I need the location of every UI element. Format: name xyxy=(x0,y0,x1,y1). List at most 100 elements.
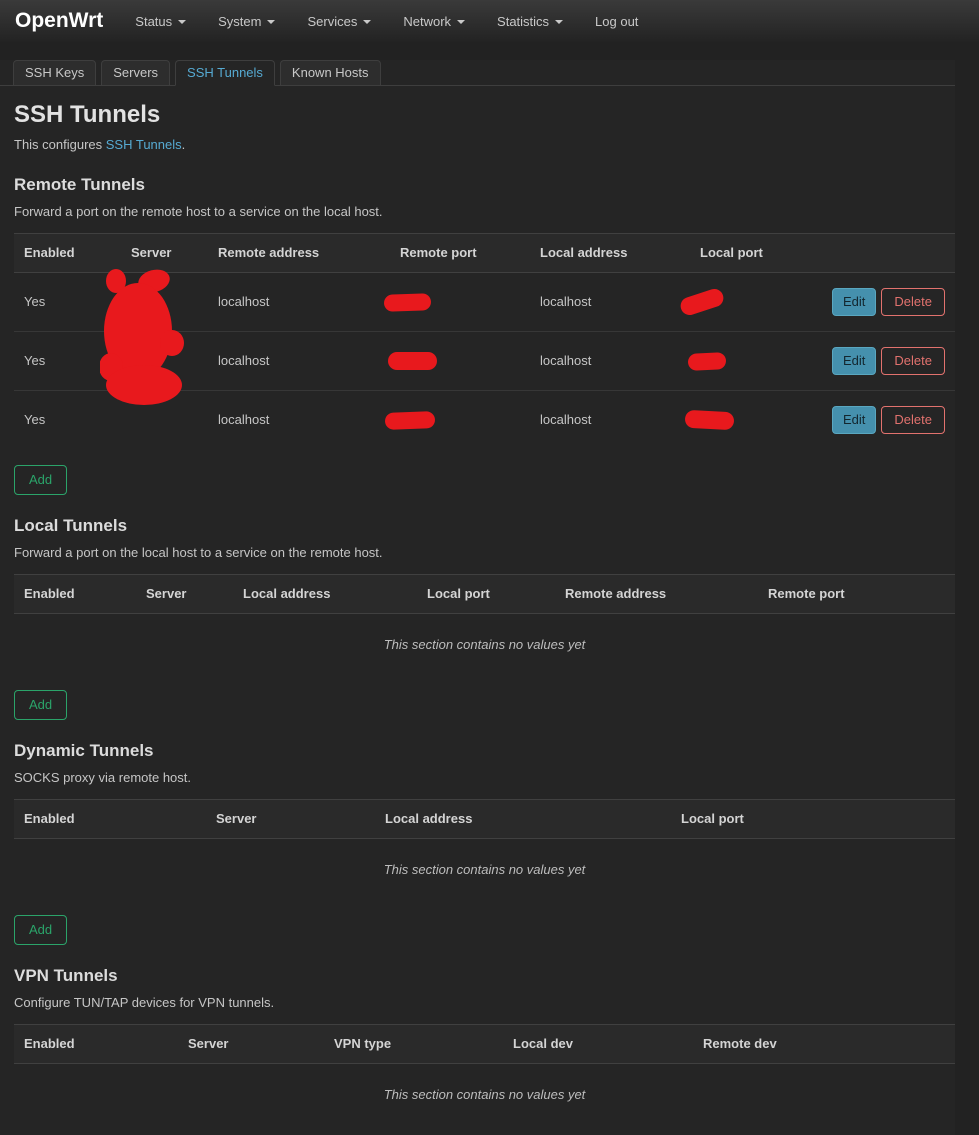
col-server: Server xyxy=(178,1024,324,1064)
page-intro: This configures SSH Tunnels. xyxy=(14,136,955,154)
add-remote-tunnel-button[interactable]: Add xyxy=(14,465,68,495)
cell-remote-address: localhost xyxy=(208,390,390,449)
menu-logout[interactable]: Log out xyxy=(595,14,638,29)
col-server: Server xyxy=(121,233,208,273)
delete-button[interactable]: Delete xyxy=(881,406,945,434)
col-vpn-type: VPN type xyxy=(324,1024,503,1064)
redaction-mark xyxy=(684,410,735,431)
cell-server-redacted xyxy=(121,390,208,449)
menu-network-label: Network xyxy=(403,13,452,29)
redaction-mark xyxy=(383,293,432,312)
navbar-menu: Status System Services Network Statistic… xyxy=(135,14,638,29)
local-tunnels-description: Forward a port on the local host to a se… xyxy=(14,545,383,560)
menu-status-label: Status xyxy=(135,13,173,29)
intro-prefix: This configures xyxy=(14,137,106,152)
empty-section-text: This section contains no values yet xyxy=(383,637,586,652)
col-local-port: Local port xyxy=(417,574,555,614)
col-remote-address: Remote address xyxy=(555,574,758,614)
edit-button[interactable]: Edit xyxy=(832,406,877,434)
menu-system[interactable]: System xyxy=(218,13,276,29)
remote-tunnels-table: Enabled Server Remote address Remote por… xyxy=(14,233,955,449)
col-server: Server xyxy=(206,799,375,839)
menu-statistics-label: Statistics xyxy=(497,13,550,29)
tab-servers[interactable]: Servers xyxy=(101,60,171,86)
cell-local-port xyxy=(687,331,816,391)
col-local-port: Local port xyxy=(671,799,955,839)
tab-known-hosts[interactable]: Known Hosts xyxy=(279,60,381,86)
col-local-port: Local port xyxy=(690,233,816,273)
cell-enabled: Yes xyxy=(14,331,121,391)
chevron-down-icon xyxy=(267,20,276,25)
vpn-tunnels-description: Configure TUN/TAP devices for VPN tunnel… xyxy=(14,995,275,1010)
dynamic-tunnels-description: SOCKS proxy via remote host. xyxy=(14,770,192,785)
col-enabled: Enabled xyxy=(14,1024,178,1064)
empty-row: This section contains no values yet xyxy=(14,839,955,900)
col-remote-address: Remote address xyxy=(208,233,390,273)
cell-local-address: localhost xyxy=(530,331,690,391)
table-header-row: Enabled Server Local address Local port xyxy=(14,799,955,839)
edit-button[interactable]: Edit xyxy=(832,288,877,316)
col-enabled: Enabled xyxy=(14,574,136,614)
menu-statistics[interactable]: Statistics xyxy=(497,13,564,29)
cell-remote-port xyxy=(384,390,530,449)
menu-services-label: Services xyxy=(307,13,358,29)
table-header-row: Enabled Server Local address Local port … xyxy=(14,574,955,614)
add-dynamic-tunnel-button[interactable]: Add xyxy=(14,915,68,945)
menu-system-label: System xyxy=(218,13,262,29)
col-enabled: Enabled xyxy=(14,233,121,273)
redaction-mark xyxy=(687,352,727,372)
chevron-down-icon xyxy=(457,20,466,25)
table-header-row: Enabled Server VPN type Local dev Remote… xyxy=(14,1024,955,1064)
delete-button[interactable]: Delete xyxy=(881,347,945,375)
local-tunnels-heading: Local Tunnels xyxy=(14,516,128,535)
cell-remote-port xyxy=(388,331,530,391)
col-local-address: Local address xyxy=(530,233,690,273)
cell-enabled: Yes xyxy=(14,390,121,449)
col-local-address: Local address xyxy=(233,574,417,614)
redaction-mark xyxy=(388,352,437,371)
cell-remote-port xyxy=(383,273,530,332)
page-content: SSH Keys Servers SSH Tunnels Known Hosts… xyxy=(0,60,955,1135)
table-header-row: Enabled Server Remote address Remote por… xyxy=(14,233,955,273)
col-local-dev: Local dev xyxy=(503,1024,693,1064)
empty-section-text: This section contains no values yet xyxy=(383,862,586,877)
menu-services[interactable]: Services xyxy=(307,13,372,29)
chevron-down-icon xyxy=(178,20,187,25)
dynamic-tunnels-table: Enabled Server Local address Local port … xyxy=(14,799,955,899)
empty-section-text: This section contains no values yet xyxy=(383,1087,586,1102)
table-row: Yes localhost localhost Edit Delete xyxy=(14,273,955,332)
menu-network[interactable]: Network xyxy=(403,13,466,29)
menu-status[interactable]: Status xyxy=(135,13,187,29)
ssh-tunnels-link[interactable]: SSH Tunnels xyxy=(106,137,182,152)
intro-suffix: . xyxy=(181,137,186,152)
col-actions xyxy=(816,233,955,273)
brand-logo[interactable]: OpenWrt xyxy=(15,9,103,33)
local-tunnels-table: Enabled Server Local address Local port … xyxy=(14,574,955,674)
tab-ssh-keys[interactable]: SSH Keys xyxy=(13,60,97,86)
col-enabled: Enabled xyxy=(14,799,206,839)
col-remote-dev: Remote dev xyxy=(693,1024,955,1064)
cell-server-redacted xyxy=(121,273,208,332)
edit-button[interactable]: Edit xyxy=(832,347,877,375)
chevron-down-icon xyxy=(555,20,564,25)
cell-local-port xyxy=(684,390,816,449)
menu-logout-label: Log out xyxy=(595,13,639,29)
cell-local-address: localhost xyxy=(530,390,690,449)
remote-tunnels-heading: Remote Tunnels xyxy=(14,175,145,194)
vpn-tunnels-heading: VPN Tunnels xyxy=(14,966,118,985)
empty-row: This section contains no values yet xyxy=(14,1064,955,1125)
cell-server-redacted xyxy=(121,331,208,391)
dynamic-tunnels-heading: Dynamic Tunnels xyxy=(14,741,154,760)
col-server: Server xyxy=(136,574,233,614)
page-title: SSH Tunnels xyxy=(14,101,161,128)
tab-bar: SSH Keys Servers SSH Tunnels Known Hosts xyxy=(0,60,955,86)
cell-local-port xyxy=(678,273,816,332)
top-navbar: OpenWrt Status System Services Network S… xyxy=(0,0,979,42)
add-local-tunnel-button[interactable]: Add xyxy=(14,690,68,720)
tab-ssh-tunnels[interactable]: SSH Tunnels xyxy=(175,60,275,86)
col-remote-port: Remote port xyxy=(390,233,530,273)
col-remote-port: Remote port xyxy=(758,574,955,614)
delete-button[interactable]: Delete xyxy=(881,288,945,316)
remote-tunnels-description: Forward a port on the remote host to a s… xyxy=(14,204,383,219)
cell-remote-address: localhost xyxy=(218,294,270,309)
